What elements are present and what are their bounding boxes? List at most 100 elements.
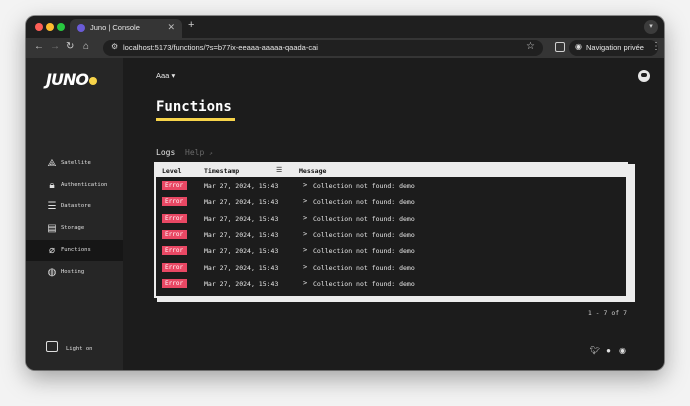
url-text: localhost:5173/functions/?s=b77ix-eeaaa-… [123, 43, 318, 52]
satellite-selector-value: Aaa [156, 71, 170, 80]
sidebar-item-label: Datastore [61, 203, 91, 209]
juno-favicon-icon [77, 24, 85, 32]
external-link-icon: ↗ [209, 150, 213, 157]
timestamp-cell: Mar 27, 2024, 15:43 [204, 198, 279, 207]
github-icon[interactable]: ● [604, 346, 613, 355]
home-icon[interactable]: ⌂ [83, 41, 89, 52]
table-row[interactable]: Error Mar 27, 2024, 15:43 > Collection n… [156, 211, 626, 227]
table-row[interactable]: Error Mar 27, 2024, 15:43 > Collection n… [156, 178, 626, 194]
table-row[interactable]: Error Mar 27, 2024, 15:43 > Collection n… [156, 276, 626, 292]
bookmark-star-icon[interactable]: ☆ [526, 41, 535, 52]
tab-title: Juno | Console [90, 23, 140, 32]
message-cell: Collection not found: demo [313, 279, 415, 288]
error-badge: Error [162, 213, 187, 223]
timestamp-cell: Mar 27, 2024, 15:43 [204, 214, 279, 223]
satellite-selector[interactable]: Aaa ▾ [156, 71, 175, 80]
sidebar-item-datastore[interactable]: ☰ Datastore [26, 196, 123, 217]
sidebar-item-authentication[interactable]: 🔒︎ Authentication [26, 175, 123, 196]
tab-close-icon[interactable]: ✕ [167, 22, 175, 33]
logo-dot [88, 77, 97, 85]
tab-help[interactable]: Help ↗ [185, 148, 213, 157]
title-underline [156, 118, 235, 121]
site-info-icon[interactable]: ⚙ [111, 42, 118, 51]
browser-tab[interactable]: Juno | Console ✕ [70, 19, 182, 38]
sidebar-item-label: Authentication [61, 182, 108, 188]
sidebar-item-satellite[interactable]: ⟁ Satellite [26, 153, 123, 174]
satellite-icon: ⟁ [47, 158, 57, 169]
timestamp-cell: Mar 27, 2024, 15:43 [204, 263, 279, 272]
incognito-icon: ◉ [575, 42, 582, 51]
tab-bar: Juno | Console ✕ + ▾ [26, 16, 664, 38]
sidebar-toggle-icon[interactable] [555, 42, 565, 52]
timestamp-cell: Mar 27, 2024, 15:43 [204, 182, 279, 190]
juno-logo[interactable]: JUNO [46, 70, 97, 89]
error-badge: Error [162, 197, 187, 207]
sidebar-item-label: Functions [61, 247, 91, 253]
message-cell: Collection not found: demo [313, 198, 415, 207]
table-header: Level Timestamp ☰ Message [156, 164, 626, 177]
table-row[interactable]: Error Mar 27, 2024, 15:43 > Collection n… [156, 194, 626, 210]
private-browsing-badge[interactable]: ◉ Navigation privée [569, 40, 658, 56]
discord-icon[interactable]: ◉ [618, 346, 627, 355]
sidebar-item-functions[interactable]: ⌀ Functions [26, 240, 123, 261]
private-label: Navigation privée [586, 43, 644, 52]
sidebar-item-label: Hosting [61, 269, 85, 275]
message-cell: Collection not found: demo [313, 230, 415, 239]
error-badge: Error [162, 246, 187, 256]
expand-chevron-icon[interactable]: > [303, 181, 307, 189]
main-content: Aaa ▾ Functions Logs Help ↗ Level Timest… [123, 58, 664, 370]
new-tab-icon[interactable]: + [188, 19, 194, 31]
timestamp-cell: Mar 27, 2024, 15:43 [204, 247, 279, 256]
expand-chevron-icon[interactable]: > [303, 279, 307, 287]
message-cell: Collection not found: demo [313, 247, 415, 256]
tab-help-label: Help [185, 148, 205, 157]
functions-icon: ⌀ [48, 245, 56, 256]
error-badge: Error [162, 181, 187, 190]
back-icon[interactable]: ← [34, 41, 44, 52]
twitter-icon[interactable]: 🐦︎ [590, 346, 600, 355]
browser-window: Juno | Console ✕ + ▾ ← → ↻ ⌂ ⚙ localhost… [26, 16, 664, 370]
message-cell: Collection not found: demo [313, 214, 415, 223]
reload-icon[interactable]: ↻ [66, 41, 74, 52]
forward-icon[interactable]: → [50, 41, 60, 52]
sort-icon[interactable]: ☰ [276, 166, 282, 174]
chevron-down-icon: ▾ [171, 71, 176, 80]
address-bar[interactable]: ⚙ localhost:5173/functions/?s=b77ix-eeaa… [103, 40, 543, 56]
sidebar-item-hosting[interactable]: ◍ Hosting [26, 262, 123, 283]
sidebar: JUNO ⟁ Satellite 🔒︎ Authentication ☰ Dat… [26, 58, 123, 370]
page-title: Functions [156, 99, 232, 115]
logo-text: JUNO [46, 70, 89, 89]
user-menu-icon[interactable] [638, 70, 650, 82]
sidebar-item-storage[interactable]: ▤ Storage [26, 218, 123, 239]
table-row[interactable]: Error Mar 27, 2024, 15:43 > Collection n… [156, 243, 626, 259]
sidebar-item-label: Storage [61, 225, 85, 231]
globe-icon: ◍ [47, 267, 57, 278]
error-badge: Error [162, 229, 187, 239]
more-menu-icon[interactable]: ⋮ [651, 41, 661, 52]
tab-logs[interactable]: Logs [156, 148, 175, 157]
expand-chevron-icon[interactable]: > [303, 214, 307, 222]
expand-chevron-icon[interactable]: > [303, 263, 307, 271]
maximize-window-button[interactable] [57, 23, 65, 31]
error-badge: Error [162, 262, 187, 272]
sidebar-item-label: Satellite [61, 160, 91, 166]
minimize-window-button[interactable] [46, 23, 54, 31]
storage-icon: ▤ [47, 223, 57, 234]
table-row[interactable]: Error Mar 27, 2024, 15:43 > Collection n… [156, 227, 626, 243]
expand-chevron-icon[interactable]: > [303, 197, 307, 205]
table-row[interactable]: Error Mar 27, 2024, 15:43 > Collection n… [156, 260, 626, 276]
expand-chevron-icon[interactable]: > [303, 230, 307, 238]
database-icon: ☰ [47, 201, 57, 212]
light-toggle-label[interactable]: Light on [66, 346, 93, 352]
close-window-button[interactable] [35, 23, 43, 31]
lock-icon: 🔒︎ [49, 180, 55, 191]
tab-search-icon[interactable]: ▾ [644, 20, 658, 34]
message-cell: Collection not found: demo [313, 263, 415, 272]
expand-chevron-icon[interactable]: > [303, 246, 307, 254]
message-cell: Collection not found: demo [313, 182, 415, 190]
timestamp-cell: Mar 27, 2024, 15:43 [204, 279, 279, 288]
light-toggle-icon[interactable] [46, 341, 58, 352]
column-header-timestamp: Timestamp [204, 167, 240, 175]
browser-toolbar: ← → ↻ ⌂ ⚙ localhost:5173/functions/?s=b7… [26, 38, 664, 58]
error-badge: Error [162, 278, 187, 288]
